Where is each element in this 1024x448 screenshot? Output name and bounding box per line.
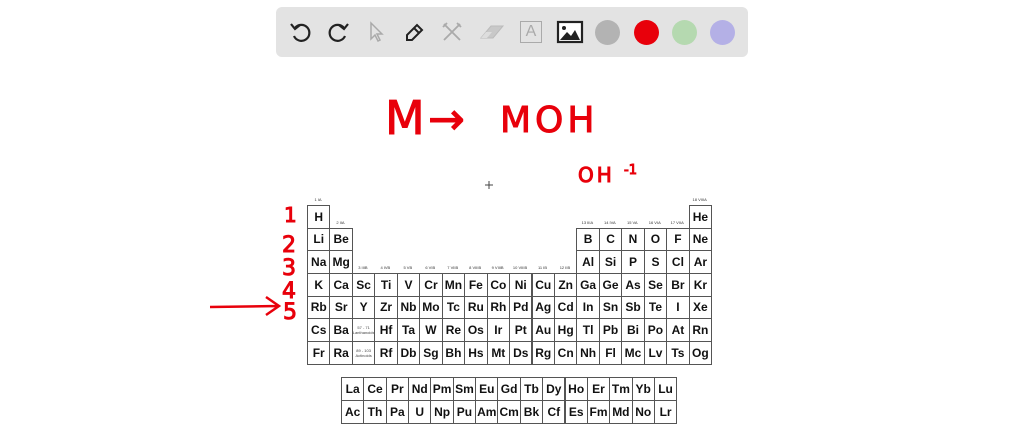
period-number-5: 5	[283, 300, 297, 325]
period-number-3: 3	[282, 256, 296, 281]
handwritten-hydroxide: OH	[578, 163, 615, 187]
handwritten-charge: -1	[624, 163, 637, 178]
period-number-1: 1	[284, 203, 297, 227]
pointer-arrow	[209, 295, 282, 317]
period-number-2: 2	[282, 233, 296, 258]
handwritten-m: M	[385, 91, 425, 145]
handwriting-layer: M → MOH OH -1 1 2 3 4 5	[209, 91, 637, 326]
crosshair-cursor-icon	[485, 181, 493, 189]
handwritten-reaction-arrow: →	[428, 94, 465, 145]
handwritten-moh: MOH	[500, 100, 598, 141]
